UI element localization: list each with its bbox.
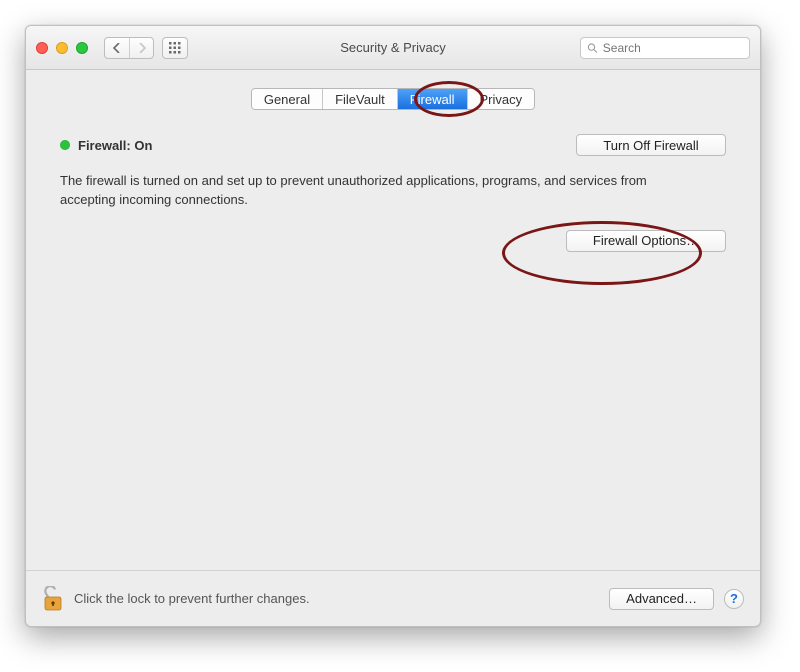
titlebar: Security & Privacy [26,26,760,70]
turn-off-firewall-button[interactable]: Turn Off Firewall [576,134,726,156]
back-button[interactable] [105,38,129,58]
firewall-description: The firewall is turned on and set up to … [60,172,680,210]
tab-bar: General FileVault Firewall Privacy [26,70,760,116]
nav-buttons [104,37,154,59]
search-icon [587,42,598,54]
tab-firewall[interactable]: Firewall [398,89,468,109]
close-button[interactable] [36,42,48,54]
show-all-button[interactable] [162,37,188,59]
advanced-button[interactable]: Advanced… [609,588,714,610]
status-indicator-icon [60,140,70,150]
traffic-lights [36,42,88,54]
search-field[interactable] [580,37,750,59]
lock-hint-text: Click the lock to prevent further change… [74,591,310,606]
tab-general[interactable]: General [252,89,323,109]
minimize-button[interactable] [56,42,68,54]
pane-content: Firewall: On Turn Off Firewall The firew… [26,116,760,260]
firewall-options-button[interactable]: Firewall Options… [566,230,726,252]
footer: Click the lock to prevent further change… [26,570,760,626]
search-input[interactable] [603,41,743,55]
firewall-status-label: Firewall: On [78,138,152,153]
lock-icon[interactable] [42,586,64,612]
tab-privacy[interactable]: Privacy [468,89,535,109]
zoom-button[interactable] [76,42,88,54]
help-button[interactable]: ? [724,589,744,609]
preferences-window: Security & Privacy General FileVault Fir… [25,25,761,627]
forward-button[interactable] [129,38,153,58]
tab-filevault[interactable]: FileVault [323,89,398,109]
